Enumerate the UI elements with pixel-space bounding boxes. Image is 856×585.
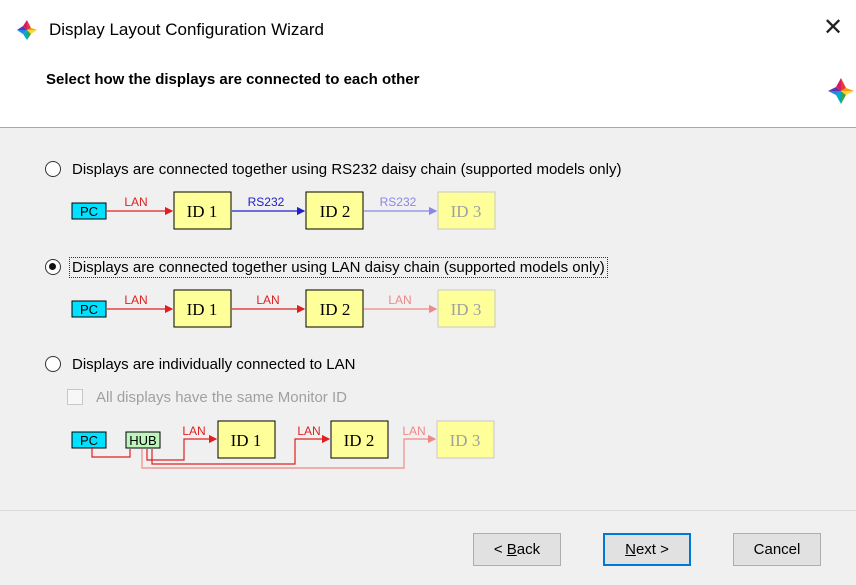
rs232-option-label[interactable]: Displays are connected together using RS… — [70, 160, 623, 179]
page-title: Select how the displays are connected to… — [46, 71, 420, 88]
rs232-radio-button[interactable] — [45, 161, 61, 177]
same-monitor-id-checkbox-row: All displays have the same Monitor ID — [67, 386, 347, 408]
lan-option-label[interactable]: Displays are connected together using LA… — [69, 256, 608, 278]
next-mnemonic: N — [625, 541, 636, 558]
individual-lan-option-label[interactable]: Displays are individually connected to L… — [70, 355, 357, 374]
window-title: Display Layout Configuration Wizard — [49, 20, 324, 39]
lan-radio-button[interactable] — [45, 259, 61, 275]
option-individual-lan[interactable]: Displays are individually connected to L… — [45, 353, 357, 375]
option-lan-daisy-chain[interactable]: Displays are connected together using LA… — [45, 256, 608, 278]
same-monitor-id-label: All displays have the same Monitor ID — [96, 388, 347, 406]
close-button[interactable]: ✕ — [810, 8, 856, 48]
back-button[interactable]: < Back — [473, 533, 561, 566]
cancel-button[interactable]: Cancel — [733, 533, 821, 566]
next-button[interactable]: Next > — [603, 533, 691, 566]
app-icon — [17, 20, 37, 40]
individual-lan-radio-button[interactable] — [45, 356, 61, 372]
title-bar: Display Layout Configuration Wizard ✕ — [0, 0, 856, 60]
back-mnemonic: B — [506, 541, 517, 558]
wizard-logo-icon — [828, 78, 854, 104]
same-monitor-id-checkbox — [67, 389, 83, 405]
options-panel — [0, 128, 856, 510]
option-rs232-daisy-chain[interactable]: Displays are connected together using RS… — [45, 158, 623, 180]
button-bar — [0, 511, 856, 585]
